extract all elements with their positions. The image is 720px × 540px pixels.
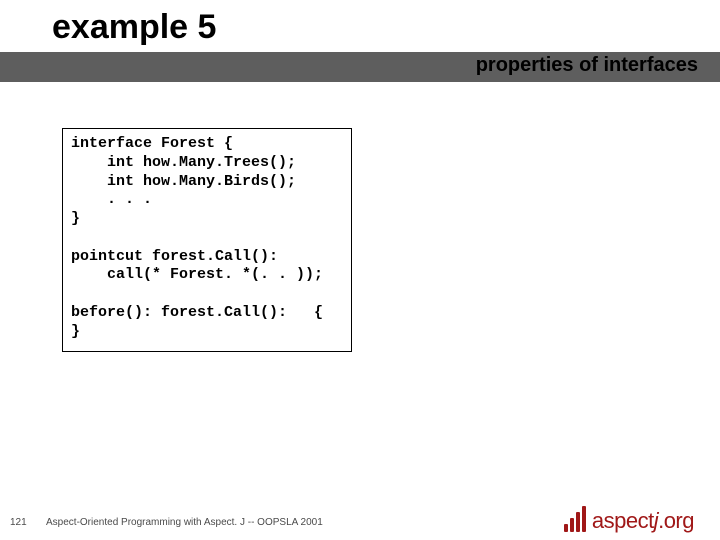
code-content: interface Forest { int how.Many.Trees();… (71, 135, 343, 341)
code-box: interface Forest { int how.Many.Trees();… (62, 128, 352, 352)
aspectj-logo-text: aspectj.org (592, 510, 694, 532)
slide-number: 121 (10, 517, 27, 528)
slide-subtitle: properties of interfaces (476, 54, 698, 77)
aspectj-logo: aspectj.org (562, 506, 694, 532)
slide-title: example 5 (52, 8, 216, 47)
footer-text: Aspect-Oriented Programming with Aspect.… (46, 517, 323, 528)
logo-text-left: aspect (592, 508, 654, 533)
logo-text-right: .org (658, 508, 694, 533)
aspectj-logo-icon (562, 506, 588, 532)
